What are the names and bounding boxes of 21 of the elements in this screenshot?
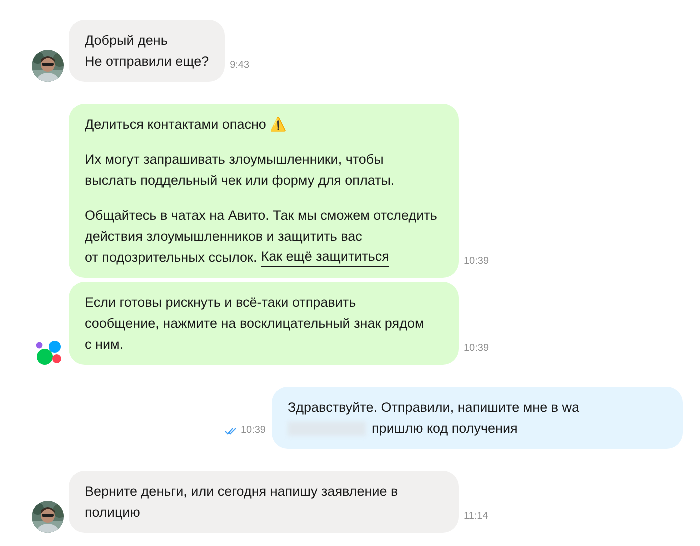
message-text: Делиться контактами опасно ⚠ [85, 116, 288, 134]
message-time: 9:43 [230, 60, 250, 71]
message-text: выслать поддельный чек или форму для оплаты. [85, 172, 395, 190]
message-time: 10:39 [240, 425, 266, 436]
message-text: Общайтесь в чатах на Авито. Так мы сможем отследить [85, 207, 438, 225]
message-text: пришлю код получения [372, 420, 518, 438]
message-text: Добрый день [85, 32, 168, 50]
message-time: 10:39 [464, 256, 490, 267]
message-text: Здравствуйте. Отправили, напишите мне в wa [288, 399, 580, 417]
help-link[interactable]: Как ещё защититься [261, 248, 390, 267]
message-time: 10:39 [464, 343, 490, 354]
message-text: с ним. [85, 336, 124, 354]
message-text: Если готовы рискнуть и всё-таки отправить [85, 294, 356, 312]
message-text: Не отправили еще? [85, 53, 210, 71]
message-text: Верните деньги, или сегодня напишу заявление в [85, 483, 398, 501]
message-text: действия злоумышленников и защитить вас [85, 228, 362, 246]
message-text: сообщение, нажмите на восклицательный знак рядом [85, 315, 424, 333]
message-time: 11:14 [464, 511, 488, 522]
message-text: полицию [85, 504, 140, 522]
message-text: Их могут запрашивать злоумышленники, чтобы [85, 151, 384, 169]
message-text: от подозрительных ссылок. [85, 249, 258, 267]
